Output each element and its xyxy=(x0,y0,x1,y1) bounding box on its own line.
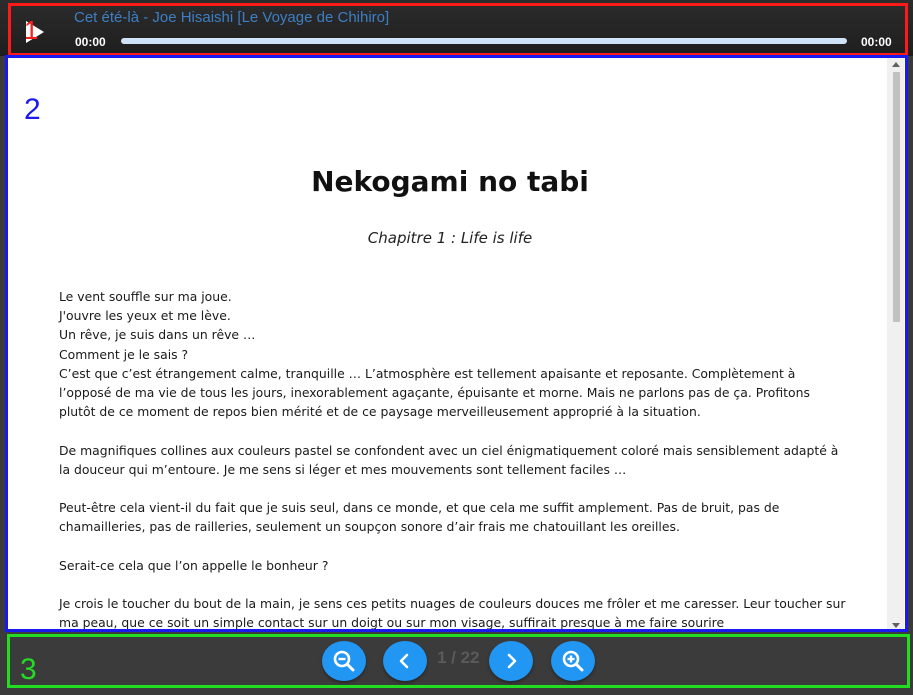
previous-page-button[interactable] xyxy=(383,641,427,681)
page-indicator: 1 / 22 xyxy=(437,648,480,667)
region-3-label: 3 xyxy=(20,653,37,686)
chevron-left-icon xyxy=(399,653,409,669)
current-time: 00:00 xyxy=(75,35,106,49)
scroll-down-arrow-icon[interactable] xyxy=(892,623,900,628)
chapter-subtitle: Chapitre 1 : Life is life xyxy=(367,229,533,247)
paragraph: Le vent souffle sur ma joue. J'ouvre les… xyxy=(59,289,810,420)
chevron-right-icon xyxy=(507,653,517,669)
paragraph: Je crois le toucher du bout de la main, … xyxy=(59,596,846,631)
scroll-thumb[interactable] xyxy=(893,72,900,322)
region-2-label: 2 xyxy=(24,93,41,126)
region-1-label: 1 xyxy=(24,15,39,45)
reader-pane[interactable]: Nekogami no tabi Chapitre 1 : Life is li… xyxy=(5,58,908,632)
zoom-out-icon xyxy=(333,650,355,672)
document-title: Nekogami no tabi xyxy=(311,165,589,198)
paragraph: Serait-ce cela que l’on appelle le bonhe… xyxy=(59,557,329,573)
zoom-in-icon xyxy=(562,650,584,672)
document-body: Le vent souffle sur ma joue. J'ouvre les… xyxy=(59,287,849,632)
scroll-up-arrow-icon[interactable] xyxy=(892,62,900,67)
paragraph: Peut-être cela vient-il du fait que je s… xyxy=(59,500,780,535)
paragraph: De magnifiques collines aux couleurs pas… xyxy=(59,442,839,477)
vertical-scrollbar[interactable] xyxy=(887,58,904,632)
next-page-button[interactable] xyxy=(489,641,533,681)
zoom-out-button[interactable] xyxy=(322,641,366,681)
total-time: 00:00 xyxy=(861,35,892,49)
audio-player: Cet été-là - Joe Hisaishi [Le Voyage de … xyxy=(0,0,913,56)
track-title: Cet été-là - Joe Hisaishi [Le Voyage de … xyxy=(74,9,390,26)
zoom-in-button[interactable] xyxy=(551,641,595,681)
progress-bar[interactable] xyxy=(121,38,847,44)
